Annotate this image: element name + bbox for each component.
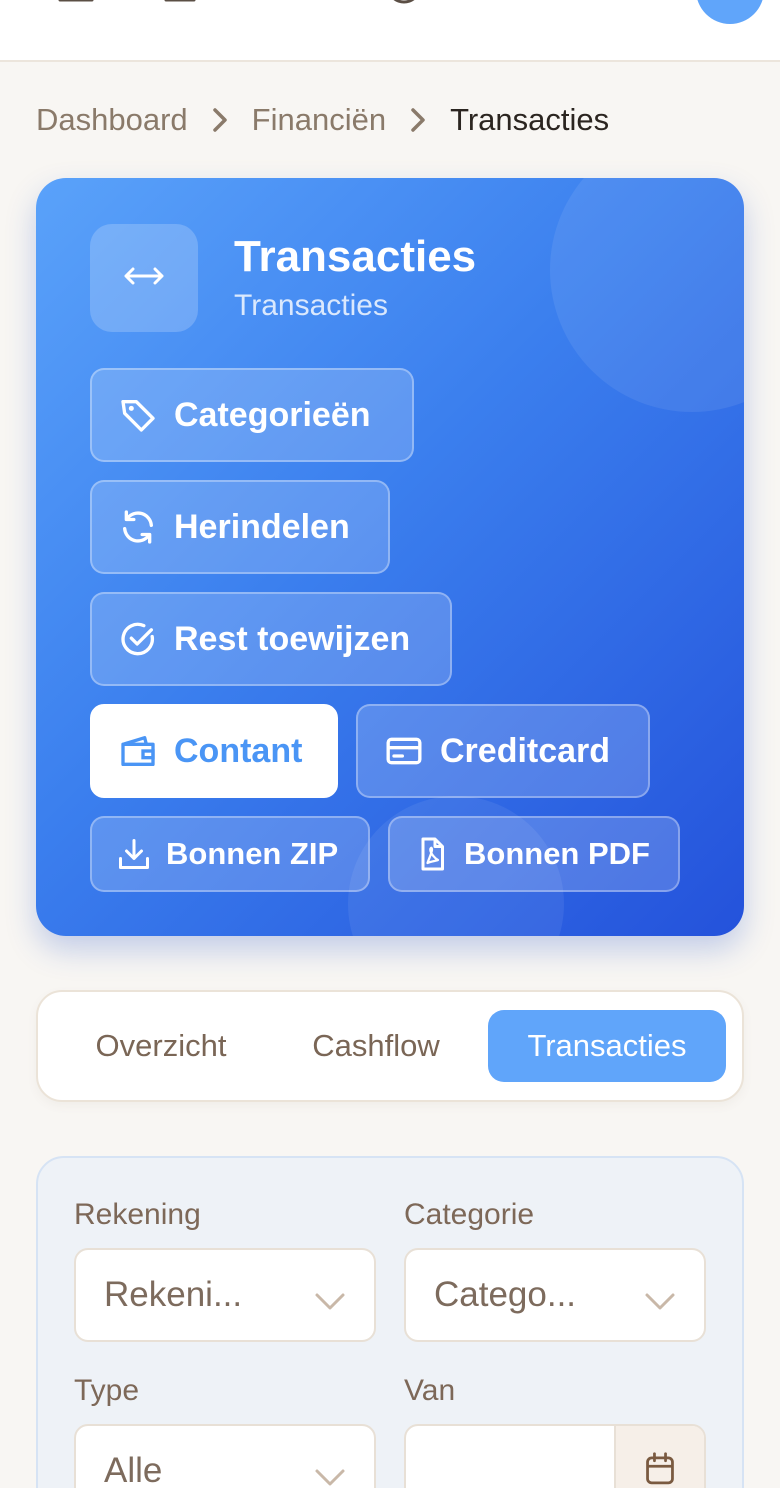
reassign-button-label: Herindelen	[174, 507, 350, 546]
breadcrumb-item-finances[interactable]: Financiën	[252, 102, 386, 138]
tag-icon	[118, 395, 158, 435]
building-icon[interactable]	[162, 0, 198, 4]
category-select[interactable]: Catego...	[404, 1248, 706, 1342]
assign-rest-button-label: Rest toewijzen	[174, 619, 411, 658]
download-receipts-pdf-label: Bonnen PDF	[464, 836, 650, 871]
download-receipts-zip-label: Bonnen ZIP	[166, 836, 339, 871]
breadcrumb-item-dashboard[interactable]: Dashboard	[36, 102, 188, 138]
type-filter-label: Type	[74, 1374, 140, 1407]
from-date-input[interactable]	[404, 1424, 706, 1488]
page-header-card: Transacties Transacties Categorieën Heri…	[36, 178, 744, 936]
reassign-button[interactable]: Herindelen	[90, 480, 390, 574]
refresh-icon	[118, 507, 158, 547]
chevron-right-icon	[188, 107, 252, 133]
credit-card-icon	[384, 731, 424, 771]
tab-overview[interactable]: Overzicht	[54, 1010, 268, 1082]
type-select-value: Alle	[104, 1451, 163, 1488]
categories-button-label: Categorieën	[174, 395, 371, 434]
download-icon	[116, 836, 152, 872]
tab-cashflow[interactable]: Cashflow	[274, 1010, 478, 1082]
page-subtitle: Transacties	[234, 289, 388, 322]
category-select-value: Catego...	[434, 1275, 577, 1314]
wallet-icon	[118, 731, 158, 771]
decorative-circle	[550, 178, 744, 412]
page-title: Transacties	[234, 232, 477, 281]
check-circle-icon	[118, 619, 158, 659]
download-receipts-pdf-button[interactable]: Bonnen PDF	[388, 816, 680, 892]
tab-transactions[interactable]: Transacties	[488, 1010, 726, 1082]
chevron-down-icon	[314, 1283, 346, 1310]
header-icon-box	[90, 224, 198, 332]
category-filter-label: Categorie	[404, 1198, 535, 1231]
arrows-left-right-icon	[123, 264, 165, 293]
breadcrumb-item-transactions: Transacties	[450, 102, 610, 137]
clock-icon[interactable]	[386, 0, 422, 4]
creditcard-button-label: Creditcard	[440, 731, 611, 770]
account-filter-label: Rekening	[74, 1198, 201, 1231]
chevron-down-icon	[314, 1459, 346, 1486]
calendar-icon	[643, 1451, 677, 1488]
chevron-right-icon	[386, 107, 450, 133]
account-select-value: Rekeni...	[104, 1275, 243, 1314]
cash-button[interactable]: Contant	[90, 704, 338, 798]
account-select[interactable]: Rekeni...	[74, 1248, 376, 1342]
cash-button-label: Contant	[174, 731, 303, 770]
user-icon[interactable]	[476, 0, 512, 4]
avatar[interactable]	[696, 0, 764, 24]
from-date-label: Van	[404, 1374, 456, 1407]
pdf-file-icon	[414, 836, 450, 872]
categories-button[interactable]: Categorieën	[90, 368, 414, 462]
type-select[interactable]: Alle	[74, 1424, 376, 1488]
search-icon[interactable]	[298, 0, 334, 4]
tab-bar: Overzicht Cashflow Transacties	[36, 990, 744, 1102]
download-receipts-zip-button[interactable]: Bonnen ZIP	[90, 816, 370, 892]
chevron-down-icon	[644, 1283, 676, 1310]
creditcard-button[interactable]: Creditcard	[356, 704, 650, 798]
top-navigation-bar	[0, 0, 780, 62]
filter-panel: Rekening Categorie Rekeni... Catego... T…	[36, 1156, 744, 1488]
breadcrumb: Dashboard Financiën Transacties	[36, 98, 609, 142]
assign-rest-button[interactable]: Rest toewijzen	[90, 592, 452, 686]
calendar-button[interactable]	[614, 1426, 704, 1488]
menu-icon[interactable]	[58, 0, 94, 4]
